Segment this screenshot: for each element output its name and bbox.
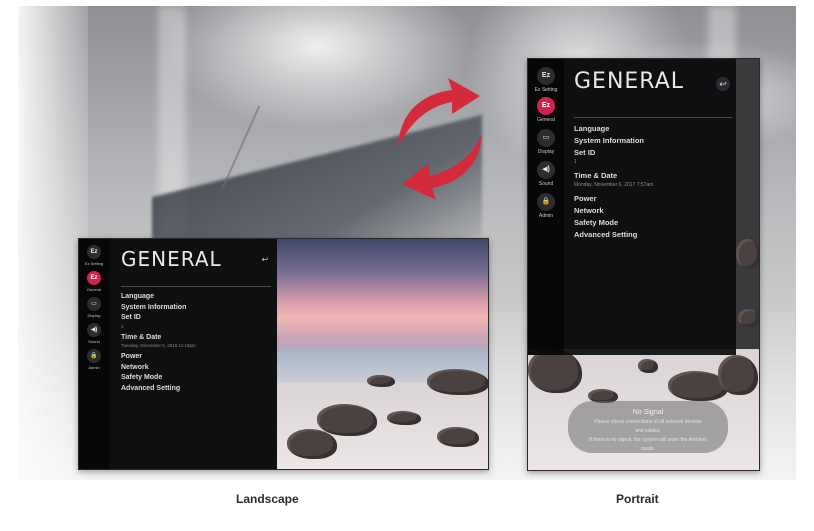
rail-item-admin[interactable]: 🔒 Admin (79, 349, 109, 370)
page-title: GENERAL (574, 69, 685, 94)
back-button[interactable]: ↩ (716, 77, 730, 91)
setting-system-information[interactable]: System Information (574, 135, 653, 147)
lock-icon: 🔒 (537, 193, 555, 211)
setting-power[interactable]: Power (574, 193, 653, 205)
photo-rock (317, 404, 377, 436)
setting-set-id[interactable]: Set ID (121, 313, 196, 324)
back-arrow-icon: ↩ (719, 79, 727, 89)
rail-item-admin[interactable]: 🔒 Admin (528, 193, 564, 219)
setting-advanced-setting[interactable]: Advanced Setting (574, 229, 653, 241)
setting-language[interactable]: Language (121, 292, 196, 303)
title-divider (574, 117, 732, 118)
rail-item-ez-setting[interactable]: Ez Ez Setting (528, 67, 564, 93)
photo-rock (437, 427, 479, 447)
no-signal-popup: No Signal Please check connections of al… (568, 401, 728, 453)
back-button[interactable]: ↩ (259, 254, 271, 266)
setting-safety-mode[interactable]: Safety Mode (574, 217, 653, 229)
photo-rock (287, 429, 337, 459)
general-icon: Ez (537, 97, 555, 115)
rotate-arrow-top (398, 78, 480, 146)
photo-rock (738, 309, 759, 327)
setting-time-date[interactable]: Time & Date (574, 170, 653, 182)
sound-icon: ◀) (87, 323, 101, 337)
setting-time-date[interactable]: Time & Date (121, 333, 196, 344)
setting-power[interactable]: Power (121, 352, 196, 363)
photo-rock (736, 239, 759, 269)
photo-rock (387, 411, 421, 425)
ez-setting-icon: Ez (537, 67, 555, 85)
display-icon: ▭ (537, 129, 555, 147)
settings-list: Language System Information Set ID 1 Tim… (121, 292, 196, 394)
popup-message-line: mode. (641, 446, 655, 452)
landscape-caption: Landscape (236, 492, 299, 506)
settings-menu: Ez Ez Setting Ez General ▭ Display ◀) So… (79, 239, 277, 469)
display-icon: ▭ (87, 297, 101, 311)
photo-rock (427, 369, 488, 395)
beach-photo (277, 239, 488, 469)
settings-rail: Ez Ez Setting Ez General ▭ Display ◀) So… (79, 239, 109, 469)
photo-rock (528, 349, 582, 393)
settings-rail: Ez Ez Setting Ez General ▭ Display ◀) So… (528, 59, 564, 355)
popup-title: No Signal (632, 409, 664, 416)
set-id-value: 1 (121, 323, 124, 329)
lock-icon: 🔒 (87, 349, 101, 363)
page-title: GENERAL (121, 247, 222, 271)
photo-sky (277, 239, 488, 366)
sound-icon: ◀) (537, 161, 555, 179)
settings-list: Language System Information Set ID 1 Tim… (574, 123, 653, 241)
rotate-arrow-bottom (402, 134, 482, 200)
back-arrow-icon: ↩ (261, 255, 269, 264)
portrait-caption: Portrait (616, 492, 659, 506)
landscape-screen: Ez Ez Setting Ez General ▭ Display ◀) So… (78, 238, 489, 470)
popup-message-line: Please check connections of all external… (594, 419, 702, 425)
settings-menu: Ez Ez Setting Ez General ▭ Display ◀) So… (528, 59, 736, 355)
rail-item-ez-setting[interactable]: Ez Ez Setting (79, 245, 109, 266)
time-date-value: Monday, November 6, 2017 7:57am (574, 182, 654, 188)
photo-strip (736, 59, 759, 349)
setting-set-id[interactable]: Set ID (574, 147, 653, 159)
rail-item-sound[interactable]: ◀) Sound (79, 323, 109, 344)
rotation-arrows-icon (398, 78, 482, 200)
rail-item-display[interactable]: ▭ Display (79, 297, 109, 318)
popup-message-line: If there is no signal, the system will e… (589, 437, 707, 443)
set-id-value: 1 (574, 159, 577, 165)
setting-advanced-setting[interactable]: Advanced Setting (121, 384, 196, 395)
portrait-screen: Ez Ez Setting Ez General ▭ Display ◀) So… (527, 58, 760, 471)
rail-item-display[interactable]: ▭ Display (528, 129, 564, 155)
photo-rock (718, 355, 758, 395)
setting-language[interactable]: Language (574, 123, 653, 135)
rail-item-general[interactable]: Ez General (528, 97, 564, 123)
setting-system-information[interactable]: System Information (121, 303, 196, 314)
setting-network[interactable]: Network (121, 363, 196, 374)
rail-item-sound[interactable]: ◀) Sound (528, 161, 564, 187)
ez-setting-icon: Ez (87, 245, 101, 259)
photo-rock (367, 375, 395, 387)
general-icon: Ez (87, 271, 101, 285)
popup-message-line: and cables. (635, 428, 661, 434)
time-date-value: Tuesday, December 6, 2016 11:18pm (121, 343, 196, 348)
title-divider (121, 286, 271, 287)
photo-rock (638, 359, 658, 373)
rail-item-general[interactable]: Ez General (79, 271, 109, 292)
setting-safety-mode[interactable]: Safety Mode (121, 373, 196, 384)
setting-network[interactable]: Network (574, 205, 653, 217)
